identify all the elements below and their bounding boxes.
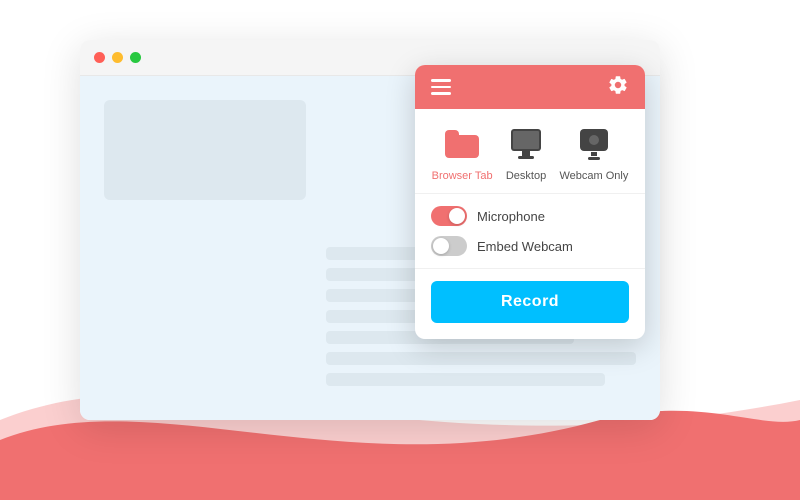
embed-webcam-toggle[interactable] (431, 236, 467, 256)
source-tabs: Browser Tab Desktop Webcam (415, 109, 645, 194)
embed-webcam-row: Embed Webcam (431, 236, 629, 256)
tab-browser[interactable]: Browser Tab (432, 125, 493, 183)
tab-desktop[interactable]: Desktop (506, 125, 546, 183)
dot-green (130, 52, 141, 63)
record-button[interactable]: Record (431, 281, 629, 323)
settings-button[interactable] (607, 74, 629, 101)
microphone-toggle[interactable] (431, 206, 467, 226)
text-line-7 (326, 373, 605, 386)
content-left (104, 100, 306, 396)
tab-browser-label: Browser Tab (432, 169, 493, 183)
microphone-row: Microphone (431, 206, 629, 226)
image-placeholder (104, 100, 306, 200)
popup-footer: Record (415, 269, 645, 339)
monitor-icon (507, 125, 545, 163)
dot-yellow (112, 52, 123, 63)
folder-icon (443, 125, 481, 163)
popup-panel: Browser Tab Desktop Webcam (415, 65, 645, 339)
dot-red (94, 52, 105, 63)
tab-webcam-label: Webcam Only (559, 169, 628, 183)
microphone-label: Microphone (477, 209, 545, 224)
tab-webcam[interactable]: Webcam Only (559, 125, 628, 183)
embed-webcam-label: Embed Webcam (477, 239, 573, 254)
tab-desktop-label: Desktop (506, 169, 546, 183)
hamburger-menu-button[interactable] (431, 79, 451, 95)
toggle-section: Microphone Embed Webcam (415, 194, 645, 269)
popup-header (415, 65, 645, 109)
webcam-icon (575, 125, 613, 163)
text-line-6 (326, 352, 636, 365)
